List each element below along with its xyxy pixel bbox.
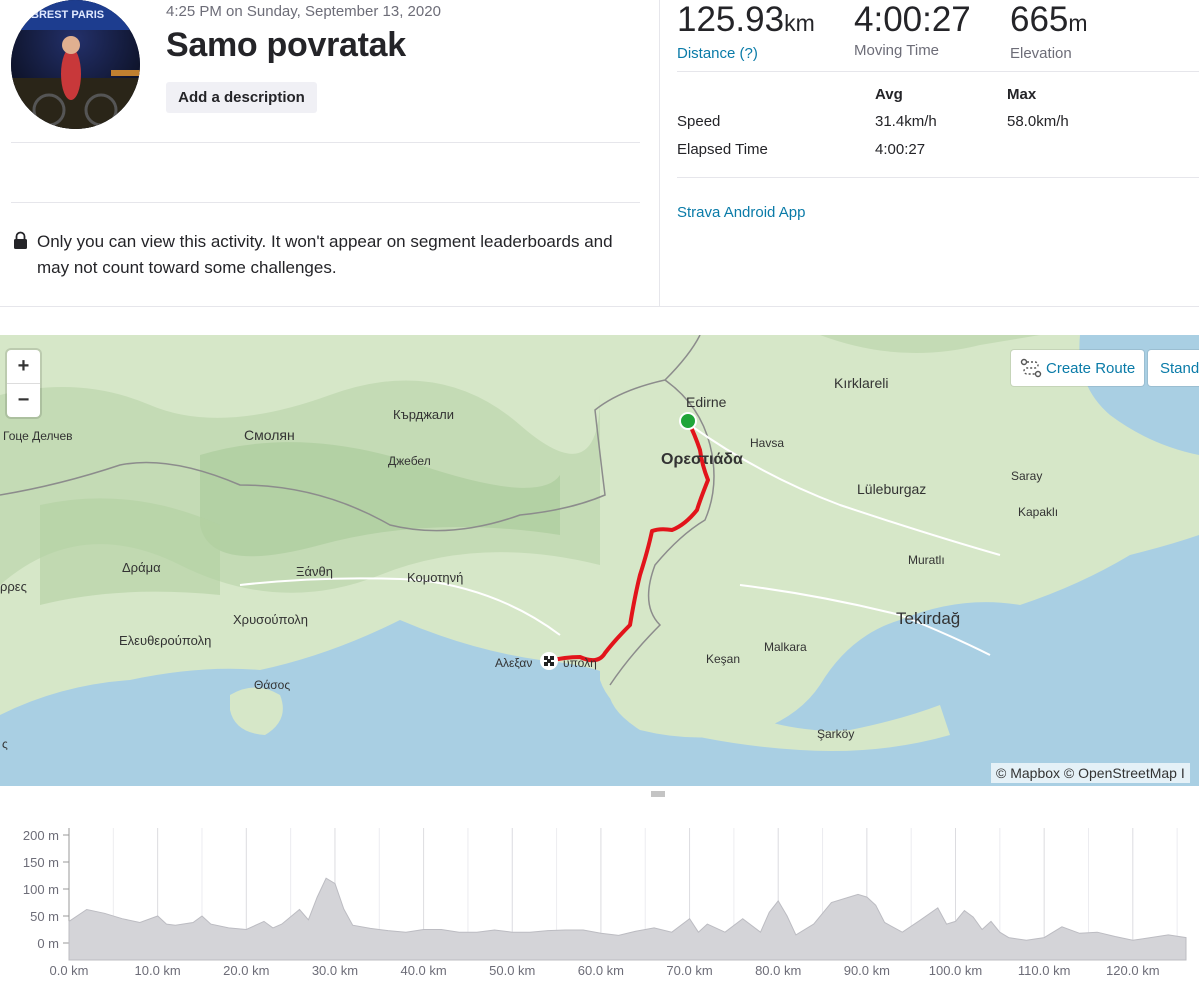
place-label: Malkara xyxy=(764,640,807,654)
moving-time-value: 4:00:27 xyxy=(854,0,971,39)
elevation-unit: m xyxy=(1068,10,1088,36)
place-label: Αλεξαν xyxy=(495,656,532,670)
x-tick-label: 20.0 km xyxy=(223,963,270,978)
place-label: Кърджали xyxy=(393,407,454,422)
x-tick-label: 40.0 km xyxy=(400,963,447,978)
place-label: Гоце Делчев xyxy=(3,429,73,443)
row-label-speed: Speed xyxy=(677,113,721,130)
x-tick-label: 50.0 km xyxy=(489,963,536,978)
road xyxy=(689,424,1001,556)
map-canvas[interactable]: Гоце Делчев Смолян Кърджали Джебел Edirn… xyxy=(0,335,1199,786)
route-icon xyxy=(1020,358,1042,378)
route-map[interactable]: Гоце Делчев Смолян Кърджали Джебел Edirn… xyxy=(0,335,1199,786)
x-tick-label: 10.0 km xyxy=(134,963,181,978)
create-route-label: Create Route xyxy=(1046,359,1136,377)
activity-timestamp: 4:25 PM on Sunday, September 13, 2020 xyxy=(166,3,441,20)
x-tick-label: 90.0 km xyxy=(843,963,890,978)
place-label: Muratlı xyxy=(908,553,945,567)
place-label: Saray xyxy=(1011,469,1042,483)
place-label: Ελευθερούπολη xyxy=(119,633,211,648)
x-tick-label: 80.0 km xyxy=(755,963,802,978)
activity-header: BREST PARIS 4:25 PM on Sunday, September… xyxy=(0,0,1199,307)
place-label: Θάσος xyxy=(254,678,290,692)
divider xyxy=(677,177,1199,178)
activity-title: Samo povratak xyxy=(166,26,406,64)
place-label: Havsa xyxy=(750,436,784,450)
speed-avg: 31.4km/h xyxy=(875,113,937,130)
x-tick-label: 100.0 km xyxy=(928,963,983,978)
finish-marker xyxy=(540,652,558,670)
x-tick-label: 0.0 km xyxy=(49,963,89,978)
avatar-banner-text: BREST PARIS xyxy=(31,9,104,21)
divider xyxy=(677,71,1199,72)
terrain xyxy=(820,335,1040,353)
zoom-control: + − xyxy=(7,350,40,417)
x-tick-label: 120.0 km xyxy=(1106,963,1160,978)
x-tick-label: 110.0 km xyxy=(1017,963,1071,978)
moving-time-label: Moving Time xyxy=(854,42,940,59)
distance-unit: km xyxy=(784,10,815,36)
place-label: Κομοτηνή xyxy=(407,570,463,585)
place-label: Δράμα xyxy=(122,560,161,575)
avatar[interactable]: BREST PARIS xyxy=(11,0,140,129)
place-label: Tekirdağ xyxy=(896,609,960,628)
map-style-button[interactable]: Stand xyxy=(1148,350,1199,386)
divider xyxy=(659,0,660,307)
map-style-label: Stand xyxy=(1160,359,1199,377)
country-border xyxy=(609,379,715,686)
zoom-in-button[interactable]: + xyxy=(7,350,40,383)
elevation-label: Elevation xyxy=(1010,45,1072,62)
resize-handle-icon[interactable] xyxy=(651,791,665,797)
elevation-stat: 665m Elevation xyxy=(1010,0,1088,62)
divider xyxy=(11,142,640,143)
elapsed-time-avg: 4:00:27 xyxy=(875,141,926,158)
distance-value: 125.93 xyxy=(677,0,785,39)
row-label-elapsed-time: Elapsed Time xyxy=(677,141,768,158)
speed-max: 58.0km/h xyxy=(1007,113,1069,130)
place-label: Lüleburgaz xyxy=(857,481,926,497)
create-route-button[interactable]: Create Route xyxy=(1011,350,1144,386)
place-label: Ορεστιάδα xyxy=(661,451,743,468)
place-label: Kapaklı xyxy=(1018,505,1058,519)
elevation-area xyxy=(68,877,1187,961)
privacy-notice: Only you can view this activity. It won'… xyxy=(37,232,613,277)
place-label: Χρυσούπολη xyxy=(233,612,308,627)
zoom-out-button[interactable]: − xyxy=(7,384,40,417)
col-header-avg: Avg xyxy=(875,86,903,103)
place-label: Kırklareli xyxy=(834,375,888,391)
place-label: Джебел xyxy=(388,454,431,468)
x-tick-label: 60.0 km xyxy=(577,963,625,978)
elevation-profile[interactable]: 200 m 150 m 100 m 50 m 0 m 0.0 km 10.0 km… xyxy=(0,800,1199,986)
place-label: ς xyxy=(2,737,8,751)
col-header-max: Max xyxy=(1007,86,1037,103)
place-label: Ξάνθη xyxy=(296,564,333,579)
place-label: υπολη xyxy=(563,656,597,670)
place-label: Edirne xyxy=(686,394,727,410)
place-label: Keşan xyxy=(706,652,740,666)
elevation-chart[interactable] xyxy=(0,800,1199,986)
map-attribution[interactable]: © Mapbox © OpenStreetMap I xyxy=(991,763,1190,783)
elevation-value: 665 xyxy=(1010,0,1069,39)
place-label: Смолян xyxy=(244,427,295,443)
distance-help-link[interactable]: Distance (?) xyxy=(677,45,815,62)
moving-time-stat: 4:00:27 Moving Time xyxy=(854,0,971,59)
place-label: ρρες xyxy=(0,579,27,594)
device-link[interactable]: Strava Android App xyxy=(677,204,805,221)
start-marker xyxy=(679,412,697,430)
x-tick-label: 30.0 km xyxy=(311,963,359,978)
lock-icon xyxy=(14,231,27,249)
distance-stat: 125.93km Distance (?) xyxy=(677,0,815,62)
x-tick-label: 70.0 km xyxy=(666,963,713,978)
place-label: Şarköy xyxy=(817,727,854,741)
add-description-button[interactable]: Add a description xyxy=(166,82,317,113)
divider xyxy=(11,202,640,203)
